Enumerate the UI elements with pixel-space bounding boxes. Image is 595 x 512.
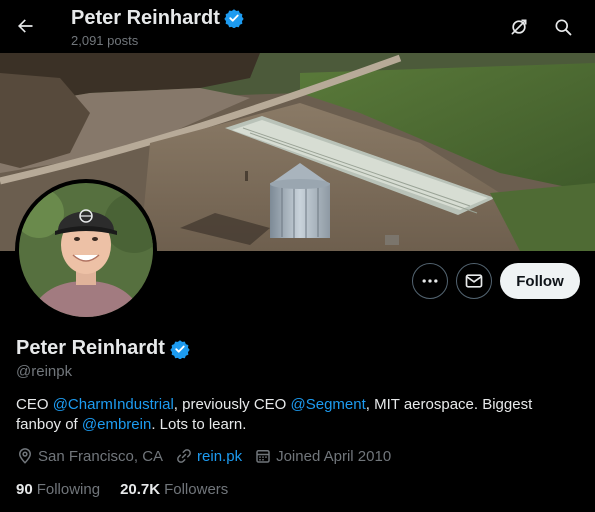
website-link[interactable]: rein.pk [197, 448, 242, 465]
profile-name: Peter Reinhardt [16, 337, 165, 359]
bio-text: . Lots to learn. [151, 416, 247, 433]
verified-badge-icon [224, 9, 244, 28]
message-button[interactable] [456, 263, 492, 299]
notification-toggle-button[interactable] [502, 10, 536, 44]
followers-link[interactable]: 20.7K Followers [120, 481, 228, 498]
website-item: rein.pk [175, 447, 242, 465]
joined-item: Joined April 2010 [254, 447, 391, 465]
followers-count: 20.7K [120, 481, 161, 498]
post-count: 2,091 posts [71, 33, 139, 48]
top-bar: Peter Reinhardt 2,091 posts [0, 0, 595, 53]
more-dots-icon [422, 279, 438, 283]
profile-bio: CEO @CharmIndustrial, previously CEO @Se… [16, 395, 576, 435]
profile-stats: 90 Following 20.7K Followers [16, 481, 248, 498]
profile-meta: San Francisco, CA rein.pk Joined April 2… [16, 447, 403, 465]
more-button[interactable] [412, 263, 448, 299]
mention-link[interactable]: @CharmIndustrial [53, 396, 174, 413]
location-pin-icon [18, 448, 32, 464]
bio-text: , previously CEO [173, 396, 291, 413]
avatar [19, 183, 153, 317]
calendar-icon [256, 450, 270, 463]
verified-badge-icon[interactable] [170, 339, 190, 359]
link-icon [177, 449, 191, 463]
notification-off-icon [511, 19, 527, 35]
profile-name-row: Peter Reinhardt [16, 337, 190, 360]
search-icon [555, 19, 572, 36]
location-text: San Francisco, CA [38, 447, 164, 465]
avatar-image [19, 183, 153, 317]
mention-link[interactable]: @Segment [291, 396, 366, 413]
follow-button[interactable]: Follow [500, 263, 580, 299]
following-count: 90 [16, 481, 33, 498]
arrow-left-icon [18, 19, 33, 33]
profile-avatar[interactable] [15, 179, 157, 321]
joined-text: Joined April 2010 [276, 447, 392, 465]
bio-text: CEO [16, 396, 53, 413]
following-label: Following [36, 481, 101, 498]
header-title: Peter Reinhardt [71, 7, 220, 29]
envelope-icon [465, 274, 483, 288]
search-button[interactable] [546, 10, 580, 44]
profile-handle: @reinpk [16, 363, 73, 380]
back-button[interactable] [8, 9, 42, 43]
location-item: San Francisco, CA [16, 447, 163, 465]
following-link[interactable]: 90 Following [16, 481, 100, 498]
header-title-block: Peter Reinhardt 2,091 posts [71, 6, 244, 48]
mention-link[interactable]: @embrein [82, 416, 151, 433]
followers-label: Followers [164, 481, 229, 498]
